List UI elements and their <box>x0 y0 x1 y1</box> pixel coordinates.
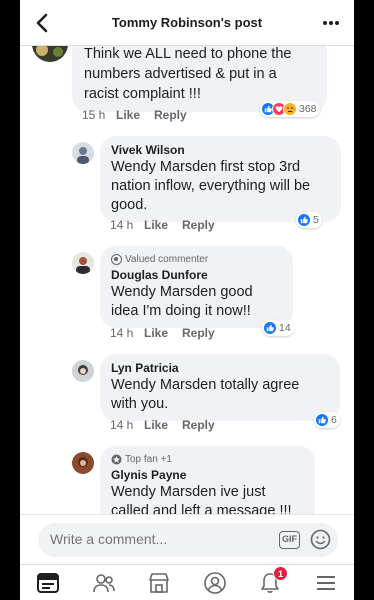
comment-text: Think we ALL need to phone the numbers a… <box>84 46 292 102</box>
reply-button[interactable]: Reply <box>182 326 215 340</box>
marketplace-icon <box>149 573 169 593</box>
comment-actions: 15 h Like Reply <box>82 108 187 122</box>
reaction-summary[interactable]: 5 <box>296 212 322 228</box>
profile-icon <box>204 572 226 594</box>
avatar[interactable] <box>72 360 94 382</box>
comment-input[interactable] <box>50 531 250 547</box>
more-dots-icon <box>323 21 339 25</box>
like-button[interactable]: Like <box>144 326 182 340</box>
commenter-name[interactable]: Glynis Payne <box>111 468 304 483</box>
reply-button[interactable]: Reply <box>182 418 215 432</box>
like-button[interactable]: Like <box>116 108 154 122</box>
commenter-name[interactable]: Douglas Dunfore <box>111 268 282 283</box>
bottom-tab-bar: 1 <box>20 564 354 600</box>
commenter-name[interactable]: Lyn Patricia <box>111 361 329 376</box>
reaction-count: 368 <box>299 103 317 115</box>
reaction-summary[interactable]: 14 <box>262 320 294 336</box>
comment-text: Wendy Marsden first stop 3rd nation infl… <box>111 159 311 213</box>
star-badge-icon <box>111 454 122 465</box>
reaction-count: 14 <box>279 322 291 334</box>
like-reaction-icon <box>263 321 277 335</box>
badge-label: Top fan +1 <box>125 454 172 465</box>
comment-actions: 14 h Like Reply <box>110 418 215 432</box>
friends-icon <box>93 574 115 593</box>
valued-commenter-badge: Valued commenter <box>111 253 282 266</box>
avatar[interactable] <box>72 452 94 474</box>
app-frame: Tommy Robinson's post Think we ALL need … <box>20 0 354 600</box>
top-fan-badge: Top fan +1 <box>111 453 304 466</box>
avatar[interactable] <box>72 252 94 274</box>
comment-bubble: Vivek Wilson Wendy Marsden first stop 3r… <box>100 136 341 222</box>
comment-bubble: Valued commenter Douglas Dunfore Wendy M… <box>100 246 293 328</box>
reaction-count: 5 <box>313 214 319 226</box>
reply-button[interactable]: Reply <box>154 108 187 122</box>
emoji-icon <box>310 529 331 550</box>
top-bar: Tommy Robinson's post <box>20 0 354 46</box>
badge-label: Valued commenter <box>125 254 209 265</box>
comment-bubble: Lyn Patricia Wendy Marsden totally agree… <box>100 354 340 421</box>
commenter-name[interactable]: Vivek Wilson <box>111 143 330 158</box>
gif-button[interactable]: GIF <box>279 531 300 549</box>
tab-notifications[interactable]: 1 <box>256 566 288 597</box>
comment-box[interactable]: GIF <box>38 523 338 557</box>
like-reaction-icon <box>297 213 311 227</box>
comment-time: 14 h <box>110 418 134 432</box>
reaction-summary[interactable]: 6 <box>314 412 340 428</box>
emoji-button[interactable] <box>310 529 331 550</box>
comment-text: Wendy Marsden good idea I'm doing it now… <box>111 284 253 319</box>
angry-reaction-icon <box>283 102 297 116</box>
comment-time: 14 h <box>110 326 134 340</box>
tab-marketplace[interactable] <box>145 569 173 597</box>
avatar[interactable] <box>72 142 94 164</box>
page-title: Tommy Robinson's post <box>111 15 263 30</box>
comment-actions: 14 h Like Reply <box>110 218 215 232</box>
reaction-summary[interactable]: 368 <box>260 101 320 117</box>
badge-icon <box>111 254 122 265</box>
like-button[interactable]: Like <box>144 418 182 432</box>
more-options-button[interactable] <box>318 10 344 36</box>
tab-profile[interactable] <box>201 569 229 597</box>
like-reaction-icon <box>315 413 329 427</box>
reaction-count: 6 <box>331 414 337 426</box>
comment-composer: GIF <box>20 514 354 564</box>
notification-count-badge: 1 <box>273 566 288 581</box>
comment-text: Wendy Marsden totally agree with you. <box>111 377 300 412</box>
comment-time: 15 h <box>82 108 106 122</box>
comment-actions: 14 h Like Reply <box>110 326 215 340</box>
hamburger-menu-icon <box>317 576 335 590</box>
comment-time: 14 h <box>110 218 134 232</box>
reply-button[interactable]: Reply <box>182 218 215 232</box>
news-feed-icon <box>37 573 59 593</box>
tab-friends[interactable] <box>90 569 118 597</box>
like-button[interactable]: Like <box>144 218 182 232</box>
tab-menu[interactable] <box>312 569 340 597</box>
tab-news-feed[interactable] <box>34 569 62 597</box>
